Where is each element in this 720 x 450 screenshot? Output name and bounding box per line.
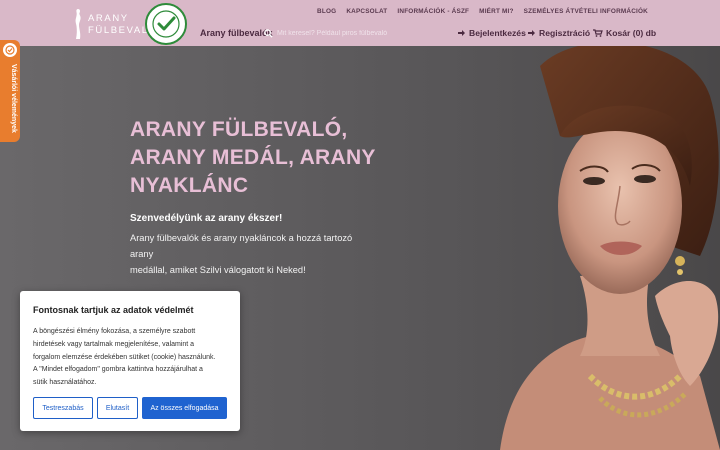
hero-title-line2: ARANY MEDÁL, ARANY: [130, 146, 376, 169]
register-icon: [528, 30, 535, 36]
search-box: [264, 26, 424, 40]
cookie-text-line2: hirdetések vagy tartalmak megjelenítése,…: [33, 340, 195, 348]
nav-blog[interactable]: BLOG: [317, 8, 336, 15]
customer-reviews-label: Vásárlói vélemények: [10, 64, 17, 133]
nav-pickup-info[interactable]: SZEMÉLYES ÁTVÉTELI INFORMÁCIÓK: [524, 8, 648, 15]
login-icon: [458, 30, 465, 36]
customer-reviews-tab[interactable]: Vásárlói vélemények: [0, 40, 20, 142]
cookie-text-line3: forgalom elemzése érdekében sütiket (coo…: [33, 353, 216, 361]
site-logo[interactable]: ARANY FÜLBEVALÓ: [72, 8, 156, 40]
review-badge-icon: [3, 43, 17, 57]
nav-contact[interactable]: KAPCSOLAT: [346, 8, 387, 15]
register-link[interactable]: Regisztráció: [528, 28, 590, 38]
hero-subtitle: Szenvedélyünk az arany ékszer!: [130, 213, 283, 224]
search-input[interactable]: [277, 29, 417, 37]
cookie-title: Fontosnak tartjuk az adatok védelmét: [33, 305, 194, 315]
logo-text-line1: ARANY: [88, 13, 129, 24]
model-photo: [500, 46, 720, 450]
trusted-shop-badge[interactable]: [145, 3, 187, 45]
cookie-reject-button[interactable]: Elutasít: [97, 397, 138, 419]
cookie-consent-dialog: Fontosnak tartjuk az adatok védelmét A b…: [20, 291, 240, 431]
login-label: Bejelentkezés: [469, 28, 526, 38]
hero-description-line2: medállal, amiket Szilvi válogatott ki Ne…: [130, 265, 306, 275]
hero-title: ARANY FÜLBEVALÓ, ARANY MEDÁL, ARANY NYAK…: [130, 116, 390, 200]
search-icon[interactable]: [264, 28, 273, 38]
cookie-text-line5: sütik használatához.: [33, 379, 97, 387]
cookie-text-line1: A böngészési élmény fokozása, a személyr…: [33, 328, 196, 335]
nav-gold-earrings[interactable]: Arany fülbevalók: [200, 28, 273, 38]
nav-terms[interactable]: INFORMÁCIÓK - ÁSZF: [397, 8, 469, 15]
hero-description-line1: Arany fülbevalók és arany nyakláncok a h…: [130, 233, 353, 259]
cookie-text-line4: A "Mindet elfogadom" gombra kattintva ho…: [33, 366, 203, 374]
hero-description: Arany fülbevalók és arany nyakláncok a h…: [130, 230, 360, 278]
cookie-customize-button[interactable]: Testreszabás: [33, 397, 93, 419]
cart-label: Kosár (0) db: [606, 28, 657, 38]
hero-title-line3: NYAKLÁNC: [130, 174, 249, 197]
hero-title-line1: ARANY FÜLBEVALÓ,: [130, 118, 348, 141]
cart-link[interactable]: Kosár (0) db: [593, 28, 656, 38]
register-label: Regisztráció: [539, 28, 591, 38]
site-header: ARANY FÜLBEVALÓ BLOG KAPCSOLAT INFORMÁCI…: [0, 0, 720, 46]
nav-why-us[interactable]: MIÉRT MI?: [479, 8, 513, 15]
woman-silhouette-icon: [75, 9, 81, 39]
cookie-text: A böngészési élmény fokozása, a személyr…: [33, 326, 233, 390]
login-link[interactable]: Bejelentkezés: [458, 28, 526, 38]
cart-icon: [593, 29, 603, 37]
cookie-accept-all-button[interactable]: Az összes elfogadása: [142, 397, 227, 419]
top-navigation: BLOG KAPCSOLAT INFORMÁCIÓK - ÁSZF MIÉRT …: [317, 8, 648, 15]
